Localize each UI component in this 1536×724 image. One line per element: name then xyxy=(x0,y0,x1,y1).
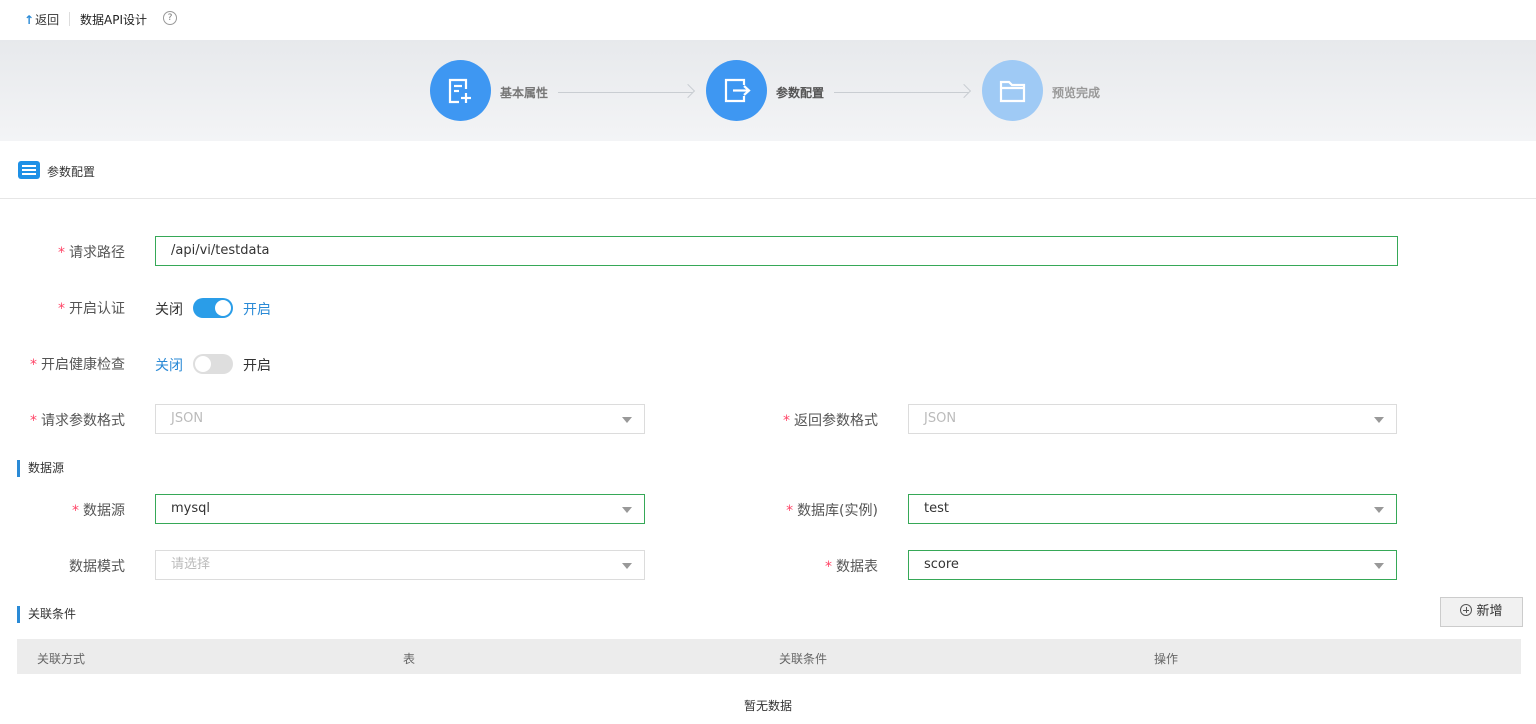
section-title: 参数配置 xyxy=(47,165,96,179)
table-value: score xyxy=(924,557,959,572)
step-arrow-icon xyxy=(680,83,696,99)
resp-format-value: JSON xyxy=(924,411,957,426)
required-mark: * xyxy=(58,245,65,261)
relations-table-header: 关联方式 表 关联条件 操作 xyxy=(17,639,1521,674)
health-off-text: 关闭 xyxy=(155,358,183,374)
step-2-exit-icon xyxy=(706,60,767,121)
step-3-folder-icon xyxy=(982,60,1043,121)
step-connector xyxy=(558,92,693,93)
schema-placeholder: 请选择 xyxy=(171,557,211,572)
schema-label: 数据模式 xyxy=(69,559,125,575)
add-label: 新增 xyxy=(1476,604,1503,619)
req-format-select[interactable]: JSON xyxy=(155,404,645,434)
auth-toggle[interactable] xyxy=(193,298,233,318)
step-1-edit-add-icon xyxy=(430,60,491,121)
required-mark: * xyxy=(30,357,37,373)
health-label: * 开启健康检查 xyxy=(30,357,125,373)
stepper: 基本属性 参数配置 预览完成 xyxy=(0,40,1536,141)
database-select[interactable]: test xyxy=(908,494,1397,524)
path-input[interactable]: /api/vi/testdata xyxy=(155,236,1398,266)
add-relation-button[interactable]: 新增 xyxy=(1440,597,1523,627)
schema-select[interactable]: 请选择 xyxy=(155,550,645,580)
back-arrow-icon: ↑ xyxy=(24,13,35,27)
step-2-label: 参数配置 xyxy=(776,86,825,100)
step-arrow-icon xyxy=(956,83,972,99)
step-connector xyxy=(834,92,969,93)
divider xyxy=(69,12,70,26)
source-select[interactable]: mysql xyxy=(155,494,645,524)
table-select[interactable]: score xyxy=(908,550,1397,580)
auth-label: * 开启认证 xyxy=(58,301,125,317)
required-mark: * xyxy=(30,413,37,429)
health-toggle[interactable] xyxy=(193,354,233,374)
required-mark: * xyxy=(825,559,832,575)
path-label: * 请求路径 xyxy=(58,245,125,261)
table-label: * 数据表 xyxy=(825,559,878,575)
resp-format-label: * 返回参数格式 xyxy=(783,413,878,429)
database-label: * 数据库(实例) xyxy=(786,503,878,519)
empty-state: 暂无数据 xyxy=(743,699,792,713)
column-header: 关联条件 xyxy=(779,652,828,666)
column-header: 操作 xyxy=(1154,652,1179,666)
toggle-knob xyxy=(195,356,211,372)
required-mark: * xyxy=(72,503,79,519)
chevron-down-icon xyxy=(622,417,632,423)
relations-heading: 关联条件 xyxy=(17,606,76,623)
auth-off-text: 关闭 xyxy=(155,302,183,318)
req-format-value: JSON xyxy=(171,411,204,426)
auth-on-text: 开启 xyxy=(243,302,271,318)
back-button[interactable]: ↑返回 xyxy=(24,11,59,28)
resp-format-select[interactable]: JSON xyxy=(908,404,1397,434)
column-header: 关联方式 xyxy=(37,652,86,666)
datasource-heading: 数据源 xyxy=(17,460,64,477)
section-header: 参数配置 xyxy=(0,141,1536,199)
step-1-label: 基本属性 xyxy=(500,86,549,100)
top-bar: ↑返回 数据API设计 ? xyxy=(0,0,1536,40)
source-label: * 数据源 xyxy=(72,503,125,519)
toggle-knob xyxy=(215,300,231,316)
chevron-down-icon xyxy=(622,563,632,569)
page-title: 数据API设计 xyxy=(80,13,147,27)
chevron-down-icon xyxy=(1374,507,1384,513)
source-value: mysql xyxy=(171,501,210,516)
chevron-down-icon xyxy=(622,507,632,513)
database-value: test xyxy=(924,501,949,516)
req-format-label: * 请求参数格式 xyxy=(30,413,125,429)
plus-circle-icon xyxy=(1460,604,1473,616)
list-icon xyxy=(18,161,40,179)
required-mark: * xyxy=(58,301,65,317)
back-label: 返回 xyxy=(35,13,60,27)
help-icon[interactable]: ? xyxy=(163,11,177,25)
health-on-text: 开启 xyxy=(243,358,271,374)
required-mark: * xyxy=(786,503,794,519)
chevron-down-icon xyxy=(1374,417,1384,423)
column-header: 表 xyxy=(403,652,416,666)
step-3-label: 预览完成 xyxy=(1052,86,1101,100)
required-mark: * xyxy=(783,413,790,429)
chevron-down-icon xyxy=(1374,563,1384,569)
